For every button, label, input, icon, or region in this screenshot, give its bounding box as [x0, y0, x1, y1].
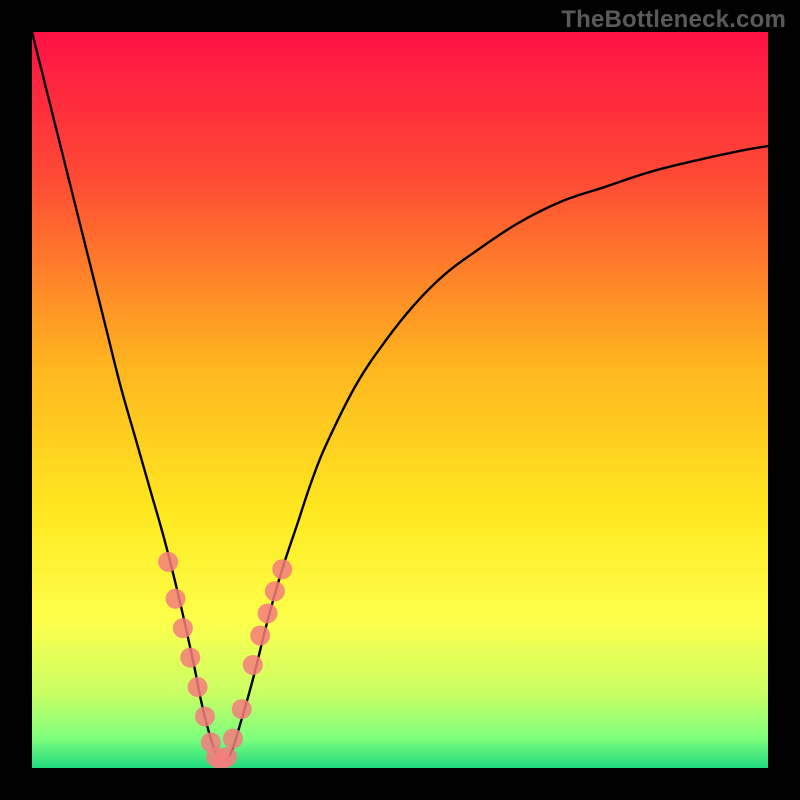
- marker-dot: [217, 747, 237, 767]
- marker-dot: [258, 603, 278, 623]
- chart-svg: [32, 32, 768, 768]
- gradient-background: [32, 32, 768, 768]
- marker-dot: [250, 626, 270, 646]
- marker-dot: [272, 559, 292, 579]
- marker-dot: [265, 581, 285, 601]
- marker-dot: [232, 699, 252, 719]
- marker-dot: [180, 648, 200, 668]
- chart-frame: TheBottleneck.com: [0, 0, 800, 800]
- plot-area: [32, 32, 768, 768]
- marker-dot: [173, 618, 193, 638]
- watermark: TheBottleneck.com: [561, 6, 786, 34]
- marker-dot: [166, 589, 186, 609]
- marker-dot: [195, 706, 215, 726]
- marker-dot: [158, 552, 178, 572]
- marker-dot: [243, 655, 263, 675]
- marker-dot: [223, 729, 243, 749]
- marker-dot: [188, 677, 208, 697]
